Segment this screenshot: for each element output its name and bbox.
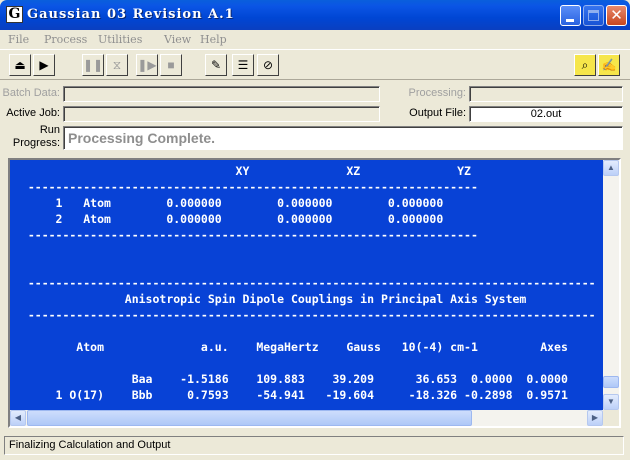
output-line: Atom a.u. MegaHertz Gauss 10(-4) cm-1 Ax… [14,340,568,354]
edit-batch-button[interactable]: ✎ [205,54,227,76]
eject-icon: ⏏ [14,58,26,72]
minimize-button[interactable] [560,5,581,26]
output-file-label: Output File: [409,107,466,119]
scroll-right-icon[interactable]: ▶ [587,410,603,426]
scrollbar-corner [603,410,619,426]
run-progress-label-line1: Run [39,124,60,136]
vertical-scroll-thumb[interactable] [603,376,619,388]
kill-link-button[interactable]: ❚▶ [136,54,158,76]
output-text-area[interactable]: XY XZ YZ -------------------------------… [10,160,603,410]
processing-field [469,86,623,102]
edit-input-icon: ✍ [601,58,617,72]
stop-button[interactable]: ■ [160,54,182,76]
output-line: ----------------------------------------… [14,308,596,322]
pause-after-link-button[interactable]: ⧖ [106,54,128,76]
edit-input-button[interactable]: ✍ [598,54,620,76]
window-title: Gaussian 03 Revision A.1 [27,7,235,22]
menu-file[interactable]: File [8,33,29,46]
begin-button[interactable]: ▶ [33,54,55,76]
menu-process[interactable]: Process [44,33,87,46]
output-line: 1 O(17) Bbb 0.7593 -54.941 -19.604 -18.3… [14,388,568,402]
batch-data-field [63,86,380,102]
run-progress-label-line2: Progress: [12,137,60,149]
horizontal-scroll-thumb[interactable] [27,410,472,426]
pause-button[interactable]: ❚❚ [82,54,104,76]
batch-list-icon: ☰ [237,58,249,72]
output-line: Baa -1.5186 109.883 39.209 36.653 0.0000… [14,372,568,386]
maximize-button[interactable] [583,5,604,26]
batch-data-label: Batch Data: [2,87,60,99]
menu-bar: File Process Utilities View Help [0,30,630,49]
title-bar[interactable]: G Gaussian 03 Revision A.1 ✕ [0,0,630,30]
output-line: ----------------------------------------… [14,180,478,194]
view-output-icon: ⌕ [581,58,589,72]
pause-after-link-icon: ⧖ [112,58,122,72]
view-output-button[interactable]: ⌕ [574,54,596,76]
close-button[interactable]: ✕ [606,5,627,26]
close-icon: ✕ [610,6,623,24]
maximize-icon [588,10,599,21]
processing-label: Processing: [408,87,466,99]
vertical-scrollbar[interactable]: ▲ ▼ [603,160,619,410]
play-icon: ▶ [39,58,49,72]
exit-button[interactable]: ⏏ [9,54,31,76]
output-line: XY XZ YZ [14,164,471,178]
scroll-left-icon[interactable]: ◀ [10,410,26,426]
output-line: ----------------------------------------… [14,228,478,242]
output-line: Anisotropic Spin Dipole Couplings in Pri… [14,292,527,306]
output-line: 1 Atom 0.000000 0.000000 0.000000 [14,196,444,210]
active-job-field [63,106,380,122]
output-line: ----------------------------------------… [14,276,596,290]
edit-batch-icon: ✎ [210,58,222,72]
status-bar: Finalizing Calculation and Output [4,436,624,455]
toolbar: ⏏ ▶ ❚❚ ⧖ ❚▶ ■ ✎ ☰ ⊘ ⌕ ✍ [0,49,630,80]
gaussian-app-icon[interactable]: G [6,6,23,23]
output-file-value: 02.out [530,108,562,120]
delete-batch-button[interactable]: ⊘ [257,54,279,76]
run-progress-value: Processing Complete. [68,130,216,146]
run-progress-field: Processing Complete. [63,126,623,150]
output-line: 2 Atom 0.000000 0.000000 0.000000 [14,212,444,226]
status-text: Finalizing Calculation and Output [9,439,171,451]
stop-icon: ■ [167,58,175,72]
menu-utilities[interactable]: Utilities [98,33,142,46]
output-file-field: 02.out [469,106,623,122]
batch-list-button[interactable]: ☰ [232,54,254,76]
skip-link-icon: ❚▶ [137,58,157,72]
horizontal-scrollbar[interactable]: ◀ ▶ [10,410,603,426]
output-pane[interactable]: XY XZ YZ -------------------------------… [8,158,621,428]
scroll-up-icon[interactable]: ▲ [603,160,619,176]
minimize-icon [566,19,574,22]
active-job-label: Active Job: [6,107,60,119]
delete-batch-icon: ⊘ [262,58,274,72]
menu-help[interactable]: Help [200,33,227,46]
menu-view[interactable]: View [164,33,191,46]
pause-icon: ❚❚ [83,58,104,72]
scroll-down-icon[interactable]: ▼ [603,394,619,410]
